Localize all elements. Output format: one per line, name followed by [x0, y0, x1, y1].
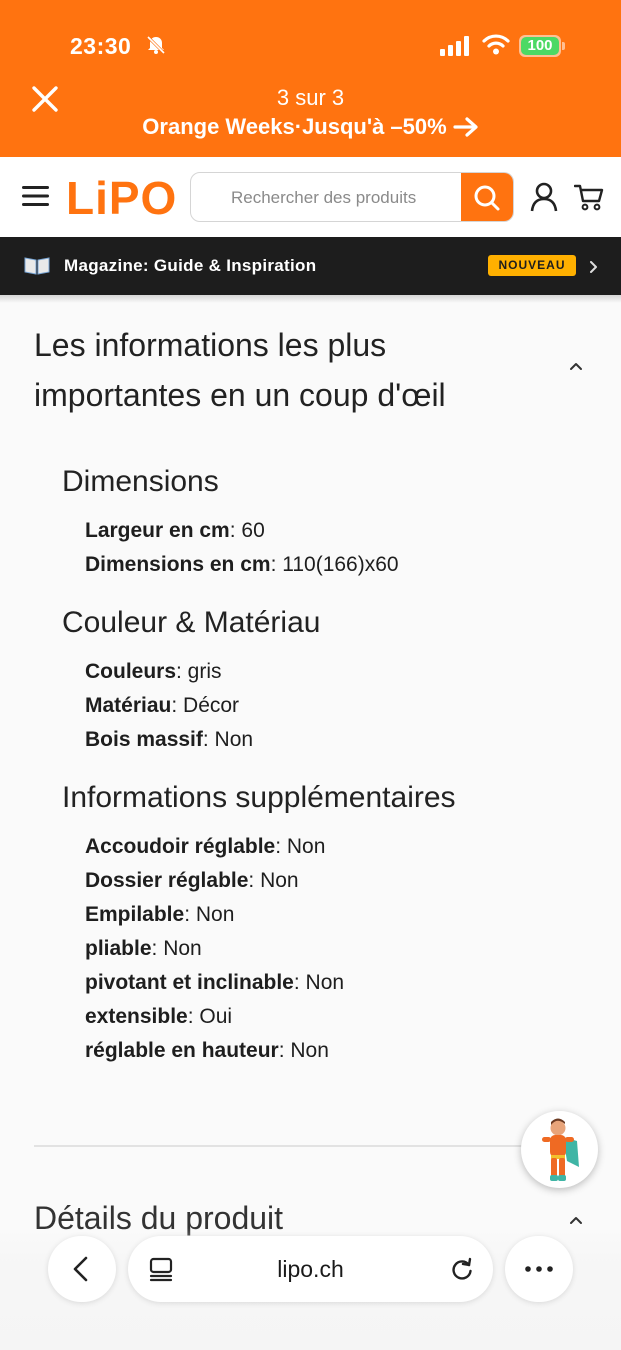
property-value: : Non [151, 937, 202, 960]
logo[interactable]: LiPO [66, 171, 177, 225]
property-row: Matériau: Décor [85, 689, 239, 723]
promo-counter: 3 sur 3 [276, 85, 345, 110]
property-row: Couleurs: gris [85, 655, 222, 689]
property-key: Couleurs [85, 660, 177, 683]
property-value: : 110(166)x60 [270, 553, 399, 576]
property-key: Bois massif [85, 728, 203, 751]
search-input[interactable]: Rechercher des produits [231, 188, 416, 208]
chevron-up-icon[interactable] [568, 1214, 584, 1226]
group-title-colour-material: Couleur & Matériau [62, 606, 321, 639]
property-value: : Non [278, 1039, 329, 1062]
battery-level: 100 [527, 37, 553, 54]
magazine-label: Magazine: Guide & Inspiration [64, 256, 317, 275]
header-shadow [0, 295, 621, 303]
property-row: Empilable: Non [85, 898, 234, 932]
property-key: Largeur en cm [85, 519, 230, 542]
property-row: Dossier réglable: Non [85, 864, 299, 898]
chevron-right-icon [590, 261, 597, 273]
user-icon[interactable] [530, 182, 558, 212]
url-text[interactable]: lipo.ch [128, 1256, 493, 1283]
bell-muted-icon [146, 35, 166, 55]
property-row: réglable en hauteur: Non [85, 1034, 329, 1068]
property-value: : Non [184, 903, 235, 926]
section-divider [34, 1145, 554, 1147]
group-title-additional-info: Informations supplémentaires [62, 781, 456, 814]
search-icon [474, 185, 500, 211]
property-row: pliable: Non [85, 932, 202, 966]
book-icon [24, 257, 50, 275]
new-badge: NOUVEAU [488, 255, 576, 276]
promo-header: 23:30 100 3 sur 3 Orange Weeks·Jusqu'à –… [0, 0, 621, 157]
site-header: LiPO Rechercher des produits [0, 157, 621, 237]
property-value: : gris [176, 660, 222, 683]
property-row: Accoudoir réglable: Non [85, 830, 325, 864]
cart-icon[interactable] [574, 183, 604, 211]
more-button[interactable] [505, 1236, 573, 1302]
signal-icon [440, 36, 469, 56]
property-value: : Non [248, 869, 299, 892]
promo-text-row[interactable]: Orange Weeks·Jusqu'à –50% [100, 112, 521, 142]
property-row: Bois massif: Non [85, 723, 253, 757]
property-value: : Non [202, 728, 254, 751]
mascot-icon [542, 1118, 579, 1181]
property-row: pivotant et inclinable: Non [85, 966, 344, 1000]
reload-icon[interactable] [448, 1255, 476, 1283]
property-key: Accoudoir réglable [85, 835, 276, 858]
status-time: 23:30 [70, 33, 132, 59]
search-bar[interactable]: Rechercher des produits [190, 172, 514, 222]
property-value: : Non [275, 835, 326, 858]
address-bar[interactable]: lipo.ch [128, 1236, 493, 1302]
property-key: Matériau [85, 694, 172, 717]
section-title-line2: importantes en un coup d'œil [34, 377, 446, 413]
back-button[interactable] [48, 1236, 116, 1302]
battery-icon: 100 [519, 35, 565, 57]
property-value: : 60 [229, 519, 265, 542]
property-key: extensible [85, 1005, 188, 1028]
group-title-dimensions: Dimensions [62, 465, 219, 498]
more-icon [525, 1266, 553, 1272]
property-row: Largeur en cm: 60 [85, 514, 265, 548]
section-title[interactable]: Les informations les plus importantes en… [34, 320, 534, 420]
close-icon[interactable] [30, 84, 60, 114]
promo-banner[interactable]: 3 sur 3 Orange Weeks·Jusqu'à –50% [100, 84, 521, 142]
arrow-right-icon [453, 117, 478, 137]
property-value: : Oui [187, 1005, 233, 1028]
search-button[interactable] [461, 173, 513, 221]
section-title-line1: Les informations les plus [34, 327, 387, 363]
menu-icon[interactable] [22, 185, 49, 207]
chevron-up-icon[interactable] [568, 360, 584, 372]
property-key: Empilable [85, 903, 185, 926]
mascot-chat-button[interactable] [521, 1111, 598, 1188]
wifi-icon [482, 34, 510, 55]
magazine-bar[interactable]: Magazine: Guide & Inspiration NOUVEAU [0, 237, 621, 295]
property-key: réglable en hauteur [85, 1039, 279, 1062]
property-key: pivotant et inclinable [85, 971, 294, 994]
property-key: Dimensions en cm [85, 553, 271, 576]
property-value: : Décor [171, 694, 240, 717]
property-row: Dimensions en cm: 110(166)x60 [85, 548, 399, 582]
status-bar: 23:30 100 [0, 0, 621, 80]
property-value: : Non [293, 971, 345, 994]
promo-text: Orange Weeks·Jusqu'à –50% [142, 114, 447, 139]
property-key: pliable [85, 937, 152, 960]
back-icon [73, 1256, 88, 1282]
property-row: extensible: Oui [85, 1000, 232, 1034]
property-key: Dossier réglable [85, 869, 249, 892]
